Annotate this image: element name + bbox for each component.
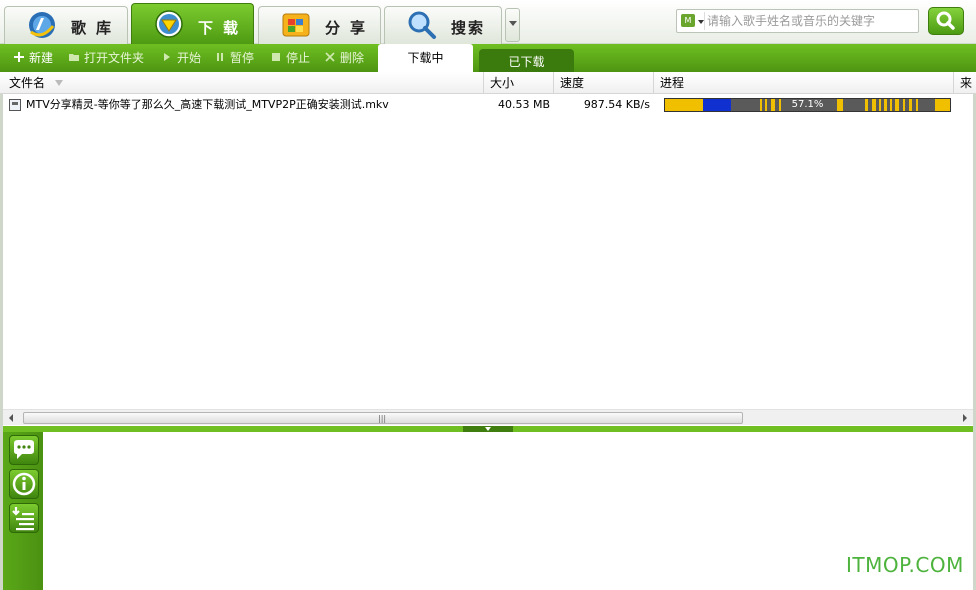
file-name: MTV分享精灵-等你等了那么久_高速下载测试_MTVP2P正确安装测试.mkv (26, 98, 389, 111)
sort-icon (55, 80, 64, 86)
pause-icon (217, 53, 223, 61)
table-row[interactable]: MTV分享精灵-等你等了那么久_高速下载测试_MTVP2P正确安装测试.mkv … (0, 95, 976, 115)
stop-icon (272, 53, 280, 61)
chat-bubble-icon (14, 440, 34, 459)
watermark: ITMOP.COM (846, 553, 964, 577)
play-icon (164, 53, 170, 61)
top-navigation-bar: 歌库 下载 分享 搜索 M (0, 0, 976, 44)
stop-button[interactable]: 停止 (270, 50, 310, 66)
tab-label: 下载 (198, 19, 249, 37)
search-input[interactable] (707, 11, 913, 31)
column-header-progress[interactable]: 进程 (654, 72, 954, 94)
column-header-source[interactable]: 来 (954, 72, 976, 94)
tab-downloading[interactable]: 下载中 (378, 44, 473, 72)
tab-dropdown-button[interactable] (505, 8, 520, 42)
progress-bar: 57.1% (664, 98, 951, 112)
detail-panel (43, 432, 973, 590)
tab-share[interactable]: 分享 (258, 6, 381, 44)
plus-icon (14, 52, 24, 62)
download-list-icon (12, 507, 34, 531)
info-button[interactable] (9, 469, 39, 499)
tab-label: 搜索 (451, 19, 486, 37)
tab-label: 分享 (325, 19, 376, 37)
share-icon (282, 13, 310, 37)
column-header-name[interactable]: 文件名 (3, 72, 484, 94)
close-icon (325, 52, 335, 62)
chevron-down-icon (485, 427, 491, 431)
horizontal-scrollbar[interactable]: ||| (3, 409, 973, 425)
tab-download[interactable]: 下载 (131, 3, 254, 44)
folder-icon (69, 54, 79, 61)
detail-sidebar (3, 432, 43, 590)
column-header-speed[interactable]: 速度 (554, 72, 654, 94)
download-toolbar: 新建 打开文件夹 开始 暂停 停止 删除 下载中 已下载 (0, 44, 976, 72)
download-list-button[interactable] (9, 503, 39, 533)
tab-music-library[interactable]: 歌库 (4, 6, 128, 44)
tab-search[interactable]: 搜索 (384, 6, 502, 44)
delete-button[interactable]: 删除 (324, 50, 364, 66)
search-type-selector[interactable]: M (679, 12, 705, 30)
open-folder-button[interactable]: 打开文件夹 (68, 50, 144, 66)
pause-button[interactable]: 暂停 (214, 50, 254, 66)
chevron-down-icon (698, 20, 704, 24)
info-icon (12, 472, 36, 496)
search-icon (936, 11, 955, 30)
start-button[interactable]: 开始 (161, 50, 201, 66)
download-list-header: 文件名 大小 速度 进程 来 (0, 72, 976, 94)
grip-icon: ||| (378, 414, 387, 423)
comments-button[interactable] (9, 435, 39, 465)
mtv-icon: M (681, 14, 695, 27)
search-icon (408, 11, 436, 39)
scroll-left-icon[interactable] (9, 414, 13, 422)
music-library-icon (29, 12, 55, 38)
download-icon (155, 10, 183, 38)
tab-downloaded[interactable]: 已下载 (479, 49, 574, 72)
new-button[interactable]: 新建 (13, 50, 53, 66)
chevron-down-icon (509, 21, 517, 26)
search-button[interactable] (928, 7, 964, 35)
file-size: 40.53 MB (497, 98, 550, 111)
download-speed: 987.54 KB/s (583, 98, 650, 111)
video-file-icon (9, 99, 21, 111)
progress-percent: 57.1% (791, 99, 824, 110)
tab-label: 歌库 (71, 19, 122, 37)
column-header-size[interactable]: 大小 (484, 72, 554, 94)
search-box: M (676, 9, 919, 33)
scroll-right-icon[interactable] (963, 414, 967, 422)
scrollbar-thumb[interactable]: ||| (23, 412, 743, 424)
